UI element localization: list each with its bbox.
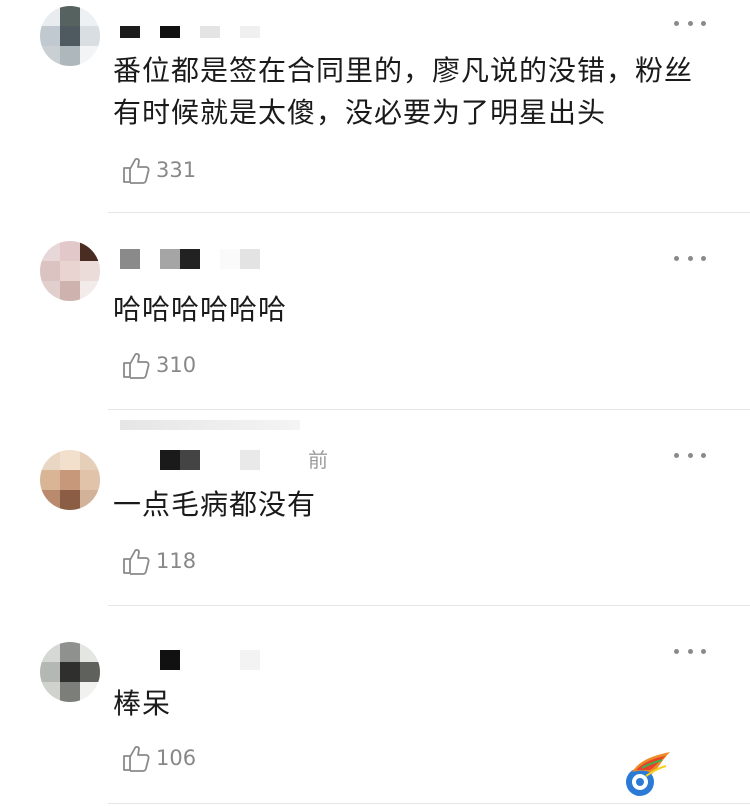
comment-item: 前 一点毛病都没有 118 (0, 410, 750, 606)
avatar[interactable] (40, 241, 100, 301)
like-button[interactable]: 331 (120, 153, 196, 187)
like-count: 106 (156, 746, 197, 770)
comment-item: 番位都是签在合同里的，廖凡说的没错，粉丝有时候就是太傻，没必要为了明星出头 33… (0, 0, 750, 213)
thumbs-up-icon (123, 549, 150, 575)
divider (108, 803, 750, 804)
more-options-button[interactable] (674, 451, 706, 459)
thumbs-up-icon (123, 353, 150, 379)
username-blurred[interactable] (120, 249, 260, 269)
like-button[interactable]: 118 (120, 544, 196, 578)
comment-text: 一点毛病都没有 (113, 488, 317, 521)
username-blurred[interactable] (120, 26, 260, 38)
avatar[interactable] (40, 450, 100, 510)
like-button[interactable]: 106 (120, 741, 196, 775)
thumbs-up-icon (123, 158, 150, 184)
thumbs-up-icon (123, 746, 150, 772)
like-count: 331 (156, 158, 197, 182)
like-count: 118 (156, 549, 197, 573)
comment-text: 棒呆 (113, 687, 172, 720)
watermark-logo-icon (626, 752, 670, 796)
more-options-button[interactable] (674, 254, 706, 262)
avatar[interactable] (40, 642, 100, 702)
quote-bar (120, 420, 300, 430)
more-options-button[interactable] (674, 19, 706, 27)
username-blurred[interactable] (120, 650, 260, 670)
comment-text: 哈哈哈哈哈哈 (113, 293, 288, 326)
comment-time: 前 (308, 448, 328, 472)
like-count: 310 (156, 353, 197, 377)
username-blurred[interactable] (120, 450, 260, 470)
more-options-button[interactable] (674, 647, 706, 655)
avatar[interactable] (40, 6, 100, 66)
comment-item: 哈哈哈哈哈哈 310 (0, 213, 750, 410)
like-button[interactable]: 310 (120, 348, 196, 382)
comment-text: 番位都是签在合同里的，廖凡说的没错，粉丝有时候就是太傻，没必要为了明星出头 (113, 54, 694, 129)
